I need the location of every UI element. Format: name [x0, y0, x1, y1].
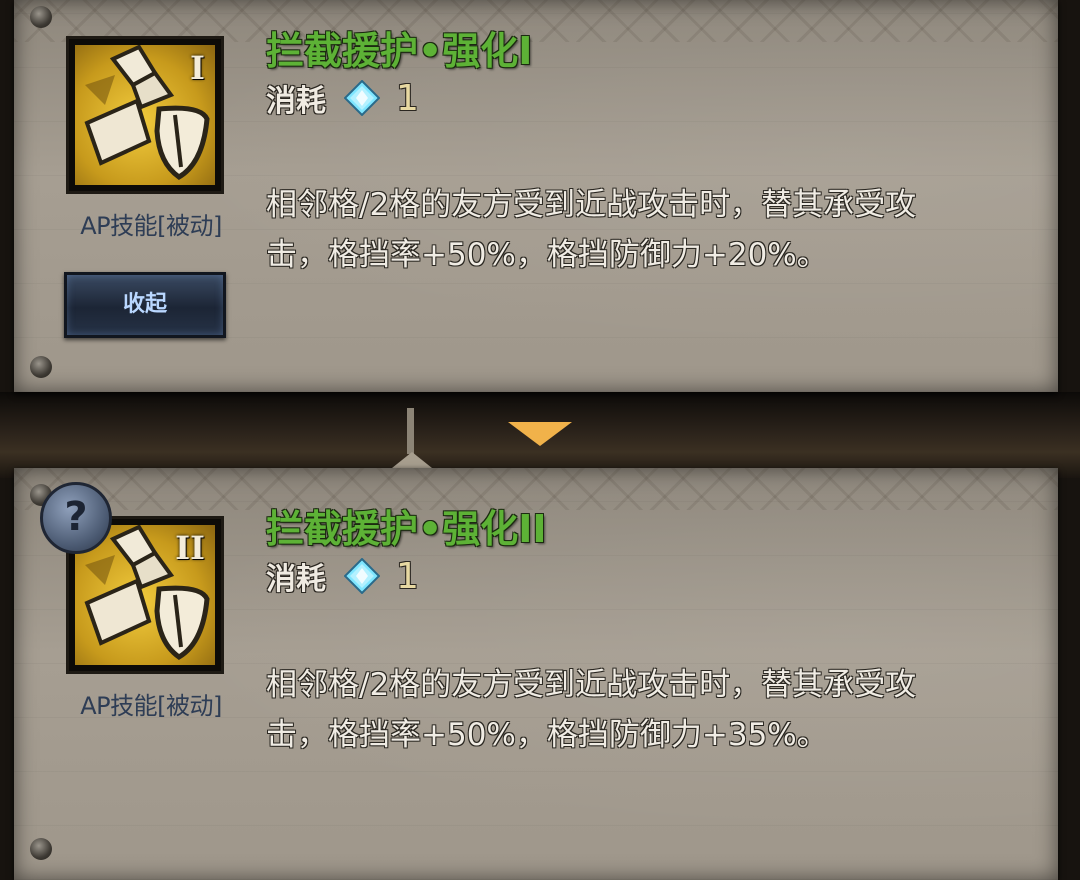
skill-title: 拦截援护•强化I [266, 29, 533, 73]
cost-row: 消耗 1 [266, 76, 419, 120]
skill-panel-1: I AP技能[被动] 收起 拦截援护•强化I 消耗 1 相邻格/2格的友方受到近… [14, 0, 1058, 392]
help-icon[interactable]: ? [40, 482, 112, 554]
rivet-icon [30, 6, 52, 28]
cost-row: 消耗 1 [266, 554, 419, 598]
skill-type-label: AP技能[被动] [80, 212, 222, 240]
rank-numeral: I [190, 49, 205, 87]
skill-title: 拦截援护•强化II [266, 507, 547, 551]
expand-arrow-icon[interactable] [508, 422, 572, 446]
skill-description: 相邻格/2格的友方受到近战攻击时，替其承受攻 击，格挡率+50%，格挡防御力+2… [266, 180, 976, 280]
rivet-icon [30, 838, 52, 860]
skill-type-label: AP技能[被动] [80, 692, 222, 720]
collapse-button[interactable]: 收起 [64, 272, 226, 338]
description-line: 击，格挡率+50%，格挡防御力+35%。 [266, 717, 828, 753]
divider-cap [392, 452, 432, 468]
diamond-gem-icon [343, 79, 381, 117]
cost-value: 1 [396, 555, 419, 597]
description-line: 相邻格/2格的友方受到近战攻击时，替其承受攻 [266, 667, 917, 703]
diamond-gem-icon [343, 557, 381, 595]
cost-label: 消耗 [266, 562, 326, 597]
cost-value: 1 [396, 77, 419, 119]
rank-numeral: II [175, 529, 205, 567]
skill-panel-2: II ? AP技能[被动] 拦截援护•强化II 消耗 1 相邻格/2格的友方受到… [14, 468, 1058, 880]
description-line: 相邻格/2格的友方受到近战攻击时，替其承受攻 [266, 187, 917, 223]
divider-rod [407, 408, 414, 454]
skill-icon-frame: I [66, 36, 224, 194]
cost-label: 消耗 [266, 84, 326, 119]
skill-description: 相邻格/2格的友方受到近战攻击时，替其承受攻 击，格挡率+50%，格挡防御力+3… [266, 660, 976, 760]
sword-shield-icon: I [75, 45, 215, 185]
description-line: 击，格挡率+50%，格挡防御力+20%。 [266, 237, 828, 273]
rivet-icon [30, 356, 52, 378]
